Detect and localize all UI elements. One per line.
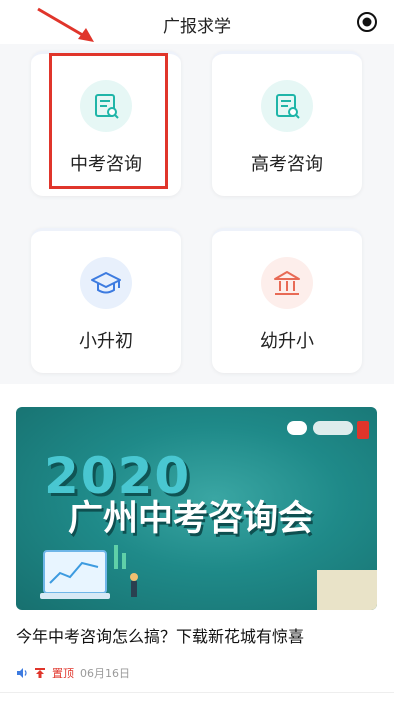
category-grid: 中考咨询 高考咨询 小升初 幼升小 [0, 44, 394, 384]
building-icon [261, 257, 313, 309]
card-xiaoshengchu[interactable]: 小升初 [31, 228, 181, 373]
article-title[interactable]: 今年中考咨询怎么搞？下载新花城有惊喜 [16, 623, 378, 647]
monitor-illustration-icon [40, 545, 138, 599]
pin-icon [35, 668, 45, 678]
card-gaokao[interactable]: 高考咨询 [212, 51, 362, 196]
banner-decoration [317, 570, 377, 610]
target-icon[interactable] [356, 11, 378, 33]
graduation-cap-icon [80, 257, 132, 309]
banner-title: 广州中考咨询会 [68, 499, 314, 539]
exam-doc-icon [261, 80, 313, 132]
article-meta: 置顶 06月16日 [16, 665, 130, 681]
pin-label: 置顶 [52, 667, 74, 680]
exam-doc-icon [80, 80, 132, 132]
annotation-arrow-icon [37, 7, 94, 42]
card-label: 高考咨询 [251, 154, 323, 175]
card-label: 幼升小 [260, 331, 314, 352]
logo-icon [313, 421, 353, 435]
banner-image[interactable]: 2020 广州中考咨询会 [16, 407, 377, 610]
logo-icon [357, 421, 369, 439]
card-label: 中考咨询 [70, 154, 142, 175]
logo-icon [287, 421, 307, 435]
card-label: 小升初 [79, 331, 133, 352]
card-youshengxiao[interactable]: 幼升小 [212, 228, 362, 373]
divider [0, 692, 394, 693]
article-date: 06月16日 [80, 667, 130, 680]
speaker-icon [17, 668, 27, 678]
card-zhongkao[interactable]: 中考咨询 [31, 51, 181, 196]
